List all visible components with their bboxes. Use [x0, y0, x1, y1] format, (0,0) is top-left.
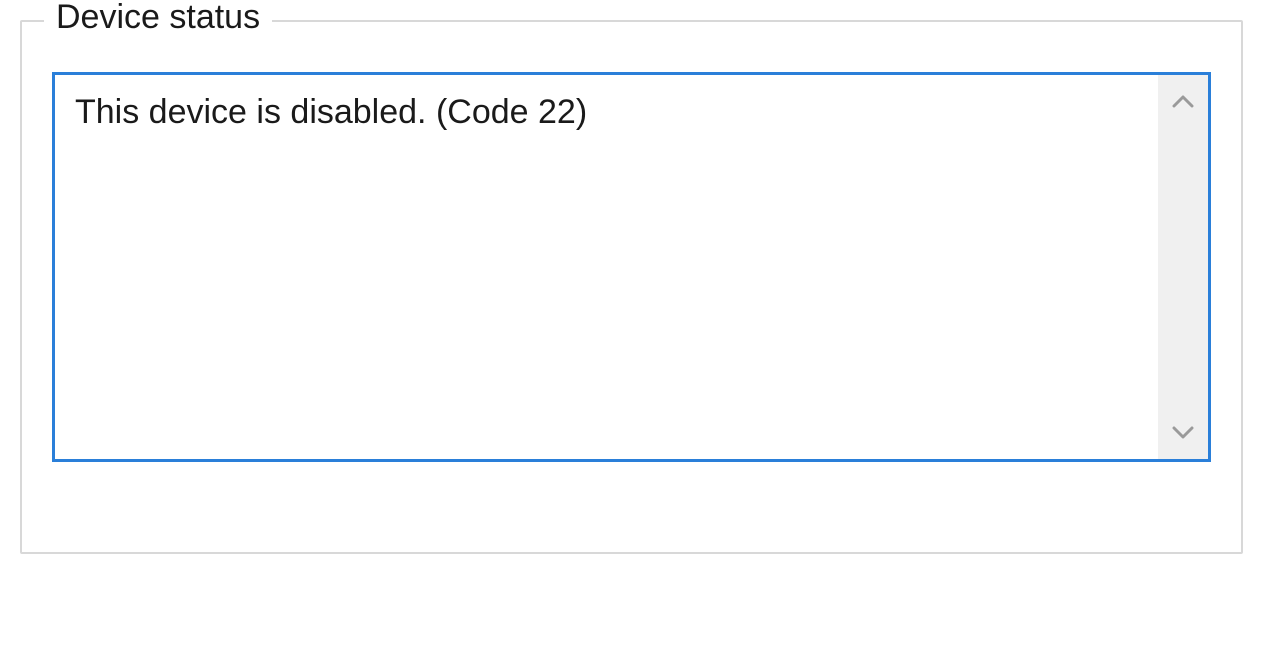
device-status-group: Device status This device is disabled. (…: [20, 20, 1243, 554]
chevron-down-icon: [1172, 426, 1194, 440]
scroll-up-button[interactable]: [1171, 89, 1195, 113]
scrollbar[interactable]: [1158, 75, 1208, 459]
group-legend: Device status: [44, 0, 272, 37]
device-status-message: This device is disabled. (Code 22): [55, 75, 1158, 459]
device-status-textbox[interactable]: This device is disabled. (Code 22): [52, 72, 1211, 462]
scroll-down-button[interactable]: [1171, 421, 1195, 445]
chevron-up-icon: [1172, 94, 1194, 108]
